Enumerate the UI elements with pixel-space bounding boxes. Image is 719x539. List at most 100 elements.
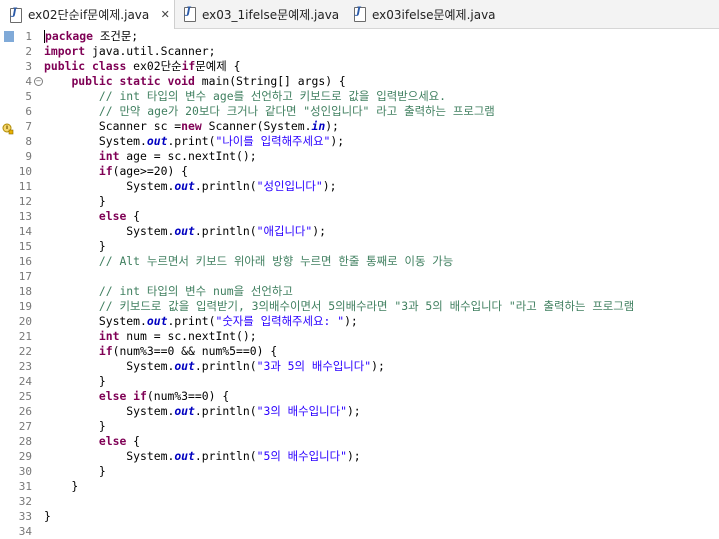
code-text[interactable]: else { (44, 434, 140, 449)
code-line[interactable]: 25 else if(num%3==0) { (0, 389, 719, 404)
code-text[interactable]: } (44, 239, 106, 254)
line-number: 2 (25, 45, 32, 58)
line-number: 11 (18, 180, 32, 193)
line-number: 15 (18, 240, 32, 253)
code-text[interactable]: } (44, 374, 106, 389)
code-text[interactable]: int num = sc.nextInt(); (44, 329, 257, 344)
code-line[interactable]: 3 public class ex02단순if문예제 { (0, 59, 719, 74)
line-number: 14 (18, 225, 32, 238)
code-editor[interactable]: 1 package 조건문; 2 import java.util.Scanner; 3… (0, 29, 719, 538)
quick-diff-marker-icon (4, 31, 14, 42)
java-file-icon: J (10, 7, 22, 23)
code-line[interactable]: 29 System.out.println("5의 배수입니다"); (0, 449, 719, 464)
code-line[interactable]: 30 } (0, 464, 719, 479)
code-text[interactable]: } (44, 509, 51, 524)
code-line[interactable]: 26 System.out.println("3의 배수입니다"); (0, 404, 719, 419)
code-line[interactable]: 10 if(age>=20) { (0, 164, 719, 179)
code-text[interactable]: } (44, 464, 106, 479)
code-line[interactable]: 19 // 키보드로 값을 입력받기, 3의배수이면서 5의배수라면 "3과 5… (0, 299, 719, 314)
code-text[interactable]: // 만약 age가 20보다 크거나 같다면 "성인입니다" 라고 출력하는 … (44, 104, 495, 119)
code-text[interactable]: package 조건문; (44, 29, 138, 44)
code-text[interactable]: } (44, 479, 78, 494)
code-line[interactable]: 27 } (0, 419, 719, 434)
code-text[interactable]: // int 타입의 변수 num을 선언하고 (44, 284, 293, 299)
code-text[interactable]: System.out.println("5의 배수입니다"); (44, 449, 360, 464)
code-line[interactable]: 13 else { (0, 209, 719, 224)
code-text[interactable]: if(num%3==0 && num%5==0) { (44, 344, 277, 359)
code-line[interactable]: 34 (0, 524, 719, 539)
java-file-icon: J (184, 6, 196, 22)
line-number: 12 (18, 195, 32, 208)
line-number: 17 (18, 270, 32, 283)
code-line[interactable]: 20 System.out.print("숫자를 입력해주세요: "); (0, 314, 719, 329)
code-line[interactable]: 24 } (0, 374, 719, 389)
tab-label: ex02단순if문예제.java (28, 8, 150, 22)
code-line[interactable]: 21 int num = sc.nextInt(); (0, 329, 719, 344)
code-line[interactable]: 16 // Alt 누르면서 키보드 위아래 방향 누르면 한줄 통째로 이동 … (0, 254, 719, 269)
code-line[interactable]: 22 if(num%3==0 && num%5==0) { (0, 344, 719, 359)
code-text[interactable]: int age = sc.nextInt(); (44, 149, 257, 164)
code-text[interactable]: System.out.println("애깁니다"); (44, 224, 326, 239)
code-line[interactable]: 11 System.out.println("성인입니다"); (0, 179, 719, 194)
tab-label: ex03_1ifelse문예제.java (202, 7, 340, 22)
line-number: 19 (18, 300, 32, 313)
code-text[interactable]: System.out.print("숫자를 입력해주세요: "); (44, 314, 358, 329)
code-text[interactable]: } (44, 419, 106, 434)
code-line[interactable]: 2 import java.util.Scanner; (0, 44, 719, 59)
line-number: 9 (25, 150, 32, 163)
code-line[interactable]: 32 (0, 494, 719, 509)
code-text[interactable]: public static void main(String[] args) { (44, 74, 345, 89)
code-line[interactable]: 17 (0, 269, 719, 284)
line-number: 13 (18, 210, 32, 223)
code-text[interactable]: else { (44, 209, 140, 224)
tab-ex03[interactable]: J ex03ifelse문예제.java (344, 0, 514, 28)
line-number: 24 (18, 375, 32, 388)
code-line[interactable]: 5 // int 타입의 변수 age를 선언하고 키보드로 값을 입력받으세요… (0, 89, 719, 104)
line-number: 5 (25, 90, 32, 103)
line-number: 23 (18, 360, 32, 373)
tab-ex02[interactable]: J ex02단순if문예제.java ✕ (0, 0, 175, 29)
line-number: 26 (18, 405, 32, 418)
code-line[interactable]: 31 } (0, 479, 719, 494)
code-line[interactable]: 28 else { (0, 434, 719, 449)
code-text[interactable]: } (44, 194, 106, 209)
code-line[interactable]: 6 // 만약 age가 20보다 크거나 같다면 "성인입니다" 라고 출력하… (0, 104, 719, 119)
code-line[interactable]: 14 System.out.println("애깁니다"); (0, 224, 719, 239)
code-text[interactable]: if(age>=20) { (44, 164, 188, 179)
code-line[interactable]: 7 Scanner sc =new Scanner(System.in); (0, 119, 719, 135)
code-text[interactable]: public class ex02단순if문예제 { (44, 59, 240, 74)
code-line[interactable]: 8 System.out.print("나이를 입력해주세요"); (0, 134, 719, 149)
line-number: 25 (18, 390, 32, 403)
code-line[interactable]: 9 int age = sc.nextInt(); (0, 149, 719, 164)
code-line[interactable]: 18 // int 타입의 변수 num을 선언하고 (0, 284, 719, 299)
close-icon[interactable]: ✕ (159, 8, 171, 21)
line-number: 10 (18, 165, 32, 178)
warning-icon[interactable] (2, 120, 14, 135)
line-number: 32 (18, 495, 32, 508)
line-number: 8 (25, 135, 32, 148)
line-number: 6 (25, 105, 32, 118)
code-text[interactable]: System.out.print("나이를 입력해주세요"); (44, 134, 344, 149)
code-line[interactable]: 15 } (0, 239, 719, 254)
code-line[interactable]: 4− public static void main(String[] args… (0, 74, 719, 89)
code-text[interactable]: System.out.println("성인입니다"); (44, 179, 336, 194)
tab-ex03-1[interactable]: J ex03_1ifelse문예제.java (174, 0, 344, 28)
line-number: 16 (18, 255, 32, 268)
code-text[interactable]: // 키보드로 값을 입력받기, 3의배수이면서 5의배수라면 "3과 5의 배… (44, 299, 634, 314)
code-text[interactable]: else if(num%3==0) { (44, 389, 229, 404)
code-line[interactable]: 12 } (0, 194, 719, 209)
code-line[interactable]: 23 System.out.println("3과 5의 배수입니다"); (0, 359, 719, 374)
code-text[interactable]: // int 타입의 변수 age를 선언하고 키보드로 값을 입력받으세요. (44, 89, 446, 104)
java-file-icon: J (354, 6, 366, 22)
code-text[interactable]: System.out.println("3의 배수입니다"); (44, 404, 360, 419)
code-text[interactable]: // Alt 누르면서 키보드 위아래 방향 누르면 한줄 통째로 이동 가능 (44, 254, 453, 269)
code-line[interactable]: 1 package 조건문; (0, 29, 719, 44)
line-number: 33 (18, 510, 32, 523)
code-text[interactable]: System.out.println("3과 5의 배수입니다"); (44, 359, 385, 374)
code-line[interactable]: 33} (0, 509, 719, 524)
code-text[interactable]: import java.util.Scanner; (44, 44, 215, 59)
code-text[interactable]: Scanner sc =new Scanner(System.in); (44, 119, 339, 134)
line-number: 22 (18, 345, 32, 358)
line-number: 20 (18, 315, 32, 328)
collapse-toggle-icon[interactable]: − (34, 77, 43, 86)
